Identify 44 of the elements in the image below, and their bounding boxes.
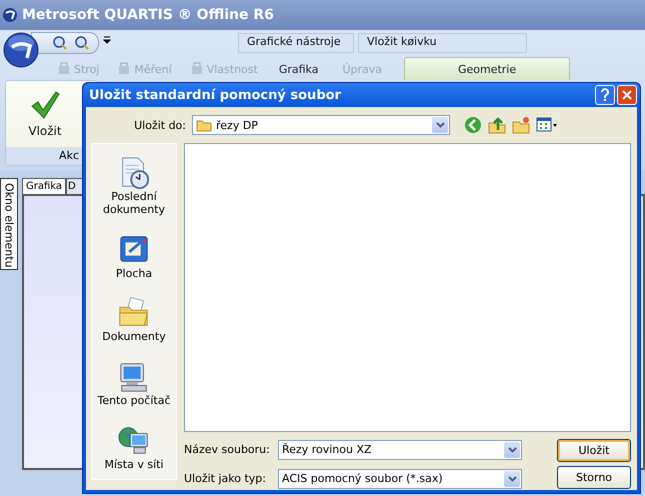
customize-icon[interactable] [103,36,111,44]
file-name-label: Název souboru: [184,443,271,456]
zoom-icon[interactable] [74,35,90,51]
dropdown-button[interactable] [504,470,520,486]
up-folder-icon[interactable] [488,116,506,134]
dialog-button[interactable]: Uložit [557,439,631,462]
ribbon-tab[interactable]: Grafika [266,58,330,80]
document-tab[interactable]: Grafika [22,178,66,194]
side-tab[interactable]: Okno elementu [0,178,18,270]
place-item[interactable]: Místa v síti [102,422,166,473]
dialog-title: Uložit standardní pomocný soubor [89,88,342,102]
zoom-icon[interactable] [52,35,68,51]
folder-icon [196,118,212,132]
document-tab[interactable]: D [66,178,83,194]
close-icon [622,90,632,100]
dialog-button[interactable]: Storno [557,466,631,489]
new-folder-icon[interactable] [512,116,530,134]
file-type-dropdown[interactable]: ACIS pomocný soubor (*.sax) [278,468,522,488]
file-type-label: Uložit jako typ: [184,472,267,485]
save-in-label: Uložit do: [133,118,187,132]
window-title: Metrosoft QUARTIS ® Offline R6 [22,7,274,23]
tab-group-label: Vložit køivku [358,33,527,53]
help-button[interactable] [595,85,615,105]
group-label: Akc [59,148,79,164]
app-logo-icon [2,7,18,23]
close-button[interactable] [617,85,637,105]
place-item[interactable]: Poslední dokumenty [92,154,176,218]
place-item[interactable]: Tento počítač [95,358,173,410]
tab-group-label: Grafické nástroje [238,33,354,53]
app-menu-button[interactable] [3,32,39,68]
view-menu-icon[interactable] [536,116,558,134]
ribbon-tab[interactable]: Geometrie [404,57,570,80]
checkmark-icon [30,90,60,120]
chevron-down-icon [508,446,516,452]
place-item[interactable]: Dokumenty [100,294,168,346]
dropdown-button[interactable] [432,117,448,133]
chevron-down-icon [508,476,516,482]
question-icon [600,88,610,102]
chevron-down-icon [436,122,444,128]
place-item[interactable]: Plocha [114,230,154,282]
dropdown-button[interactable] [504,442,520,458]
file-name-field[interactable]: Řezy rovinou XZ [278,440,522,460]
back-icon[interactable] [464,116,482,134]
save-in-dropdown[interactable]: řezy DP [192,115,450,135]
